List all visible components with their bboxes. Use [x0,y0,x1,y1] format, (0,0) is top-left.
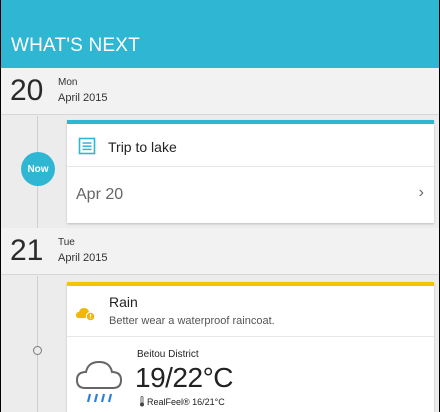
date-number: 21 [10,234,44,267]
date-header-day-2: 21 Tue April 2015 [1,228,439,275]
date-weekday: Tue [58,237,75,248]
trip-title: Trip to lake [108,139,177,155]
trip-card-header: Trip to lake [67,124,434,167]
weather-card[interactable]: Rain Better wear a waterproof raincoat. … [67,282,434,412]
calendar-note-icon [78,137,96,155]
weather-card-header: Rain Better wear a waterproof raincoat. [67,286,434,337]
page-title: WHAT'S NEXT [11,35,140,56]
temperature-range: 19/22°C [135,362,234,393]
app-header: WHAT'S NEXT [1,0,439,68]
timeline-line [37,276,38,412]
date-number: 20 [10,74,44,107]
weather-subtitle: Better wear a waterproof raincoat. [109,315,275,327]
trip-card[interactable]: Trip to lake Apr 20 › [67,120,434,223]
thermometer-icon [140,396,144,407]
timeline-dot-icon [33,346,42,355]
date-month: April 2015 [58,252,108,264]
rain-cloud-icon [75,360,123,403]
now-badge: Now [21,152,55,186]
date-month: April 2015 [58,92,108,104]
trip-date: Apr 20 [76,186,124,203]
date-header-day-1: 20 Mon April 2015 [1,68,439,115]
weather-location: Beitou District [137,349,199,360]
rain-cloud-alert-icon [76,308,96,322]
app-frame: WHAT'S NEXT 20 Mon April 2015 Now Trip t… [0,0,440,412]
date-weekday: Mon [58,77,78,88]
realfeel-temperature: RealFeel® 16/21°C [147,397,225,407]
chevron-right-icon[interactable]: › [419,184,424,202]
weather-title: Rain [109,294,138,310]
